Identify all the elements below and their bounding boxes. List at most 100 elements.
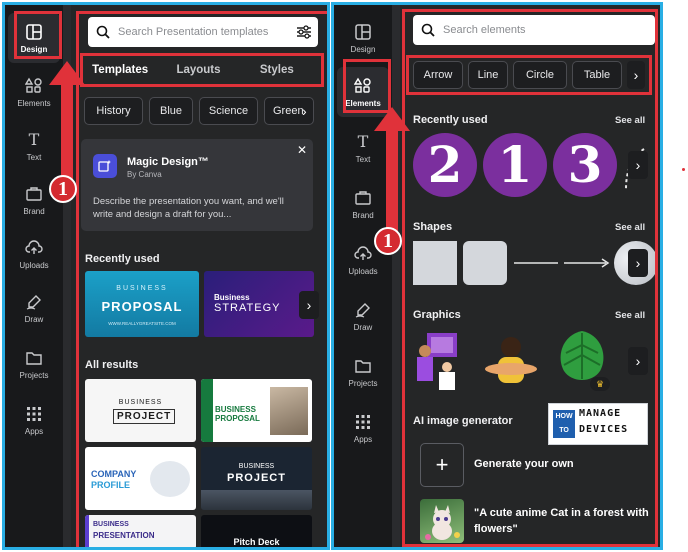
- rail-design[interactable]: Design: [337, 13, 389, 63]
- crown-badge-icon: ♛: [590, 377, 610, 391]
- thumb-top-text: COMPANY: [91, 469, 137, 479]
- chevron-right-icon: ›: [633, 67, 639, 83]
- chips-next-icon[interactable]: ›: [302, 103, 307, 119]
- thumb-top-text: BUSINESS: [215, 405, 256, 414]
- rail-projects[interactable]: Projects: [8, 339, 60, 389]
- result-business-project[interactable]: BUSINESS PROJECT: [85, 379, 196, 442]
- result-business-proposal[interactable]: BUSINESS PROPOSAL: [201, 379, 312, 442]
- step-callout: 1: [49, 175, 77, 203]
- chip-history[interactable]: History: [84, 97, 143, 125]
- chip-arrow[interactable]: Arrow: [413, 61, 463, 89]
- chevron-right-icon: ›: [635, 157, 641, 173]
- rail-apps[interactable]: Apps: [8, 395, 60, 445]
- recent-element-2[interactable]: 2: [413, 133, 477, 197]
- search-placeholder: Search Presentation templates: [118, 26, 269, 38]
- rail-label: Draw: [353, 322, 373, 332]
- rail-label: Brand: [352, 210, 374, 220]
- rail-label: Uploads: [19, 260, 49, 270]
- result-business-presentation[interactable]: BUSINESS PRESENTATION: [85, 515, 196, 547]
- elements-panel: Search elements Arrow Line Circle Table …: [400, 5, 660, 547]
- thumb-purple-bar: [85, 515, 89, 547]
- template-search-input[interactable]: Search Presentation templates: [88, 17, 318, 47]
- chevron-right-icon: ›: [635, 353, 641, 369]
- recent-element-3[interactable]: 3: [553, 133, 617, 197]
- filter-icon[interactable]: [296, 24, 312, 40]
- recent-next-button[interactable]: ›: [299, 291, 319, 319]
- magic-design-card[interactable]: Magic Design™ By Canva ✕ Describe the pr…: [81, 139, 313, 231]
- tab-templates[interactable]: Templates: [81, 64, 159, 76]
- result-pitch-deck[interactable]: Pitch Deck: [201, 515, 312, 547]
- rail-label: Text: [26, 152, 42, 162]
- rail-label: Uploads: [348, 266, 378, 276]
- plus-icon: +: [435, 452, 449, 477]
- rail-uploads[interactable]: Uploads: [8, 229, 60, 279]
- chips-next-button[interactable]: ›: [627, 61, 645, 89]
- chip-line[interactable]: Line: [468, 61, 508, 89]
- right-side-rail: Design Elements T Text Brand Uploads Dra…: [334, 5, 392, 547]
- shapes-title: Shapes: [413, 221, 453, 233]
- folder-icon: [25, 349, 43, 367]
- layout-icon: [354, 23, 372, 41]
- tab-layouts[interactable]: Layouts: [159, 64, 237, 76]
- generate-own-label[interactable]: Generate your own: [474, 458, 574, 470]
- recent-template-proposal[interactable]: BUSINESS PROPOSAL WWW.REALLYGREATSITE.CO…: [85, 271, 199, 337]
- magic-close-icon[interactable]: ✕: [297, 143, 307, 157]
- elements-search-input[interactable]: Search elements: [413, 15, 655, 45]
- magic-body: Describe the presentation you want, and …: [93, 196, 284, 220]
- chip-science[interactable]: Science: [199, 97, 258, 125]
- brand-icon: [354, 189, 372, 207]
- graphics-see-all[interactable]: See all: [615, 310, 645, 321]
- rail-apps[interactable]: Apps: [337, 403, 389, 453]
- recently-used-see-all[interactable]: See all: [615, 115, 645, 126]
- chip-blue[interactable]: Blue: [149, 97, 193, 125]
- search-icon: [421, 23, 435, 37]
- shapes-icon: [25, 77, 43, 95]
- shape-rounded-square[interactable]: [463, 241, 507, 285]
- draw-icon: [354, 301, 372, 319]
- result-company-profile[interactable]: COMPANY PROFILE: [85, 447, 196, 510]
- thumb-main-text: PROFILE: [91, 480, 131, 490]
- shapes-next-button[interactable]: ›: [628, 249, 648, 277]
- recent-element-1[interactable]: 1: [483, 133, 547, 197]
- magic-title: Magic Design™: [127, 156, 209, 168]
- step-callout: 1: [374, 227, 402, 255]
- tab-styles[interactable]: Styles: [238, 64, 316, 76]
- watermark-manage: MANAGE: [579, 408, 622, 419]
- watermark-devices: DEVICES: [579, 424, 629, 435]
- ai-prompt-text[interactable]: "A cute anime Cat in a forest with flowe…: [474, 505, 654, 537]
- rail-draw[interactable]: Draw: [337, 291, 389, 341]
- thumb-photo: [270, 387, 308, 435]
- shapes-see-all[interactable]: See all: [615, 222, 645, 233]
- chip-table[interactable]: Table: [572, 61, 622, 89]
- thumb-top-text: BUSINESS: [93, 521, 129, 528]
- chip-green-label: Green: [273, 105, 304, 117]
- graphic-people-board[interactable]: [413, 329, 461, 391]
- recent-next-button[interactable]: ›: [628, 151, 648, 179]
- shape-square[interactable]: [413, 241, 457, 285]
- rail-label: Projects: [19, 370, 49, 380]
- rail-design[interactable]: Design: [8, 13, 60, 63]
- shape-arrow-line[interactable]: [564, 257, 610, 269]
- draw-icon: [25, 293, 43, 311]
- result-business-project-dark[interactable]: BUSINESS PROJECT: [201, 447, 312, 510]
- design-panel: Search Presentation templates Templates …: [71, 5, 327, 547]
- panel-divider[interactable]: [392, 5, 400, 547]
- chip-circle[interactable]: Circle: [513, 61, 567, 89]
- brand-icon: [25, 185, 43, 203]
- folder-icon: [354, 357, 372, 375]
- rail-projects[interactable]: Projects: [337, 347, 389, 397]
- all-results-title: All results: [85, 359, 139, 371]
- graphics-next-button[interactable]: ›: [628, 347, 648, 375]
- rail-draw[interactable]: Draw: [8, 283, 60, 333]
- graphic-person-clap[interactable]: [480, 331, 542, 389]
- design-tabs: Templates Layouts Styles: [81, 57, 316, 83]
- thumb-factory: [201, 490, 312, 510]
- graphics-title: Graphics: [413, 309, 461, 321]
- shape-line[interactable]: [514, 261, 558, 265]
- recent-template-strategy[interactable]: Business STRATEGY: [204, 271, 314, 337]
- generate-own-button[interactable]: +: [420, 443, 464, 487]
- ai-sample-image[interactable]: [420, 499, 464, 543]
- left-screen: Design Elements T Text Brand Uploads Dra…: [2, 2, 330, 550]
- up-arrow-icon: [374, 107, 410, 233]
- cloud-upload-icon: [354, 245, 372, 263]
